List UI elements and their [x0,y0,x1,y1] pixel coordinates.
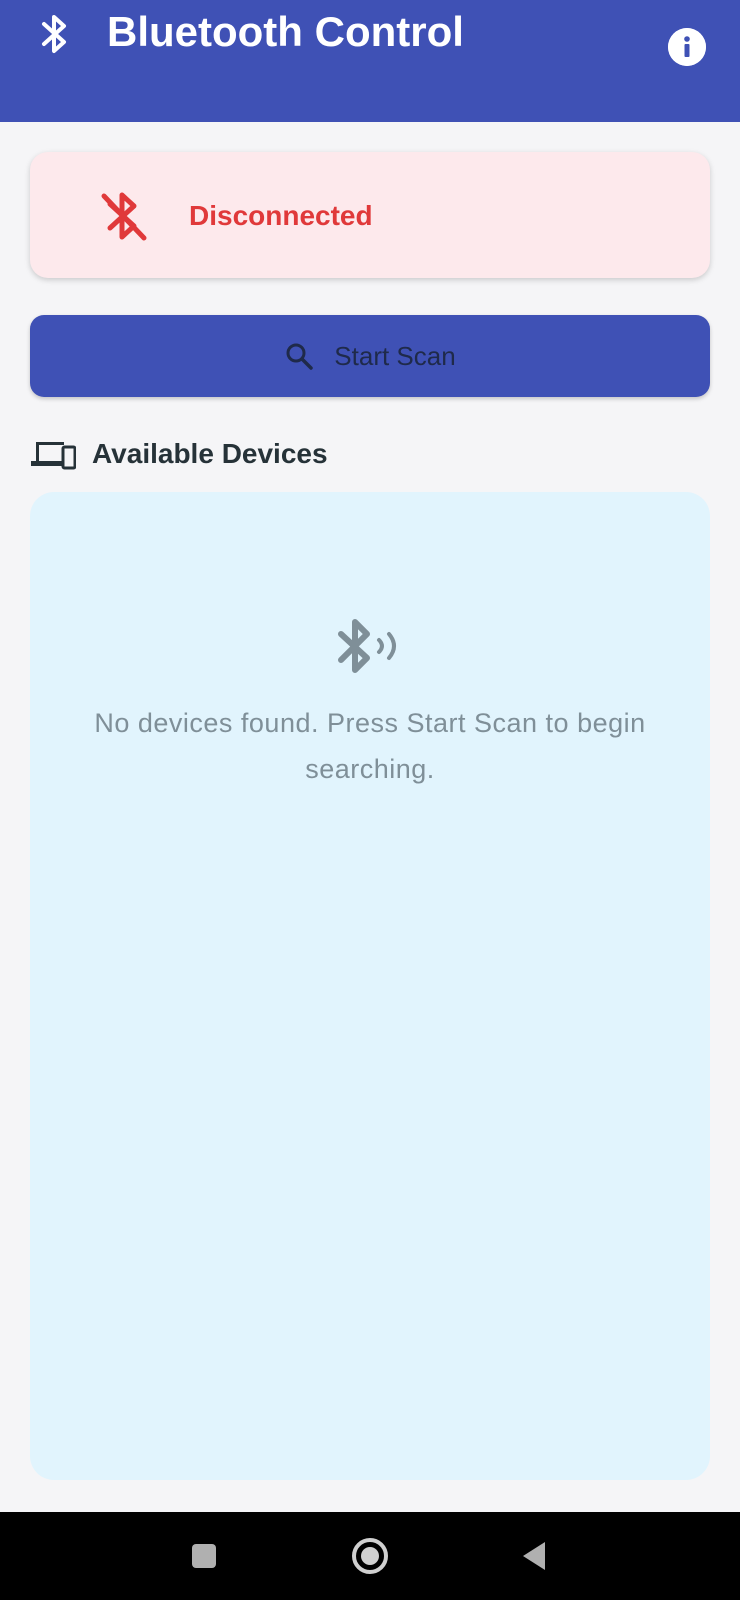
info-button[interactable] [668,28,706,66]
back-icon [523,1542,545,1570]
bluetooth-searching-icon [338,619,396,673]
devices-icon [31,442,76,470]
connection-status-card: Disconnected [30,152,710,278]
home-icon [352,1538,388,1574]
available-devices-header: Available Devices [30,434,328,474]
back-button[interactable] [508,1530,560,1582]
empty-state-message: No devices found. Press Start Scan to be… [94,708,646,784]
device-list[interactable]: No devices found. Press Start Scan to be… [30,492,710,1480]
recents-button[interactable] [178,1530,230,1582]
search-icon [286,343,314,370]
home-button[interactable] [344,1530,396,1582]
bluetooth-disabled-icon [101,192,147,241]
connection-status-text: Disconnected [189,200,373,231]
info-icon [668,28,706,66]
app-bar: Bluetooth Control [0,0,740,122]
start-scan-label: Start Scan [334,340,456,371]
system-navigation-bar [0,1512,740,1600]
start-scan-button[interactable]: Start Scan [30,315,710,397]
recents-icon [192,1544,216,1568]
bluetooth-icon [42,15,66,53]
section-title: Available Devices [92,438,328,469]
app-title: Bluetooth Control [107,8,464,55]
